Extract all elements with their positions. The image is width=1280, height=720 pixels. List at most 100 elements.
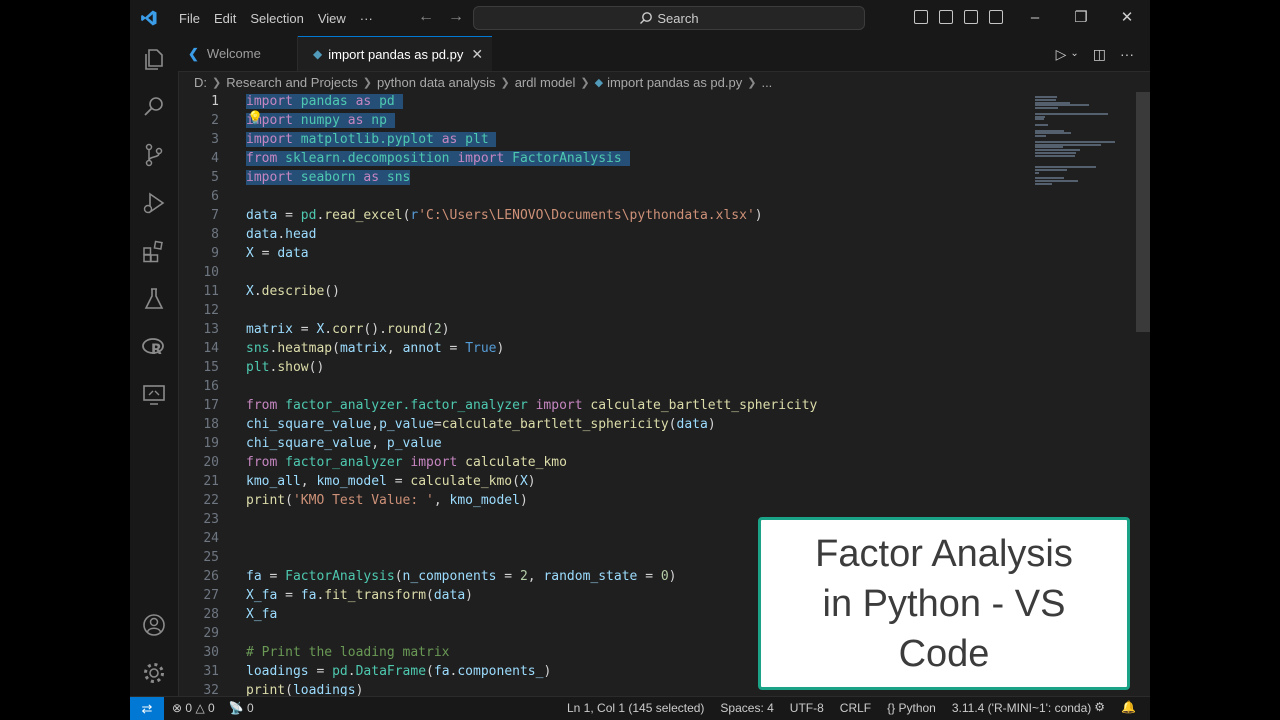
notifications-bell-icon[interactable]: 🔔 [1121,700,1136,714]
minimap-line [1035,177,1064,180]
split-editor-icon[interactable]: ◫ [1093,46,1106,63]
ports-icon: 📡 [228,701,244,715]
ports-count: 0 [247,701,254,715]
code-line[interactable]: 13 matrix = X.corr().round(2) [178,320,1033,339]
more-actions-icon[interactable]: ··· [1120,46,1134,63]
indentation[interactable]: Spaces: 4 [720,701,773,715]
python-interpreter[interactable]: 3.11.4 ('R-MINI~1': conda) [952,701,1091,715]
code-line[interactable]: 11 X.describe() [178,282,1033,301]
minimap[interactable] [1033,92,1138,192]
code-line[interactable]: 5 import seaborn as sns [178,168,1033,187]
gear-icon[interactable] [141,660,167,686]
ports-indicator[interactable]: 📡 0 [229,701,254,715]
run-and-debug-icon[interactable] [141,190,167,216]
minimap-line [1035,101,1071,104]
code-line[interactable]: 9 X = data [178,244,1033,263]
close-tab-icon[interactable]: ✕ [471,46,483,63]
overlay-line: in Python - VS [822,582,1066,625]
code-line[interactable]: 8 data.head [178,225,1033,244]
code-line[interactable]: 6 [178,187,1033,206]
line-number: 13 [203,322,219,337]
code-text: kmo_all, kmo_model = calculate_kmo(X) [246,474,536,489]
menu-more[interactable]: ··· [353,11,380,26]
accounts-icon[interactable] [141,612,167,638]
run-python-icon[interactable]: ▷ [1056,46,1067,63]
code-text: import matplotlib.pyplot as plt [246,130,497,149]
line-number: 7 [211,208,219,223]
code-line[interactable]: 10 [178,263,1033,282]
breadcrumb-drive[interactable]: D: [194,75,207,90]
breadcrumb-symbol[interactable]: ... [761,75,772,90]
menu-edit[interactable]: Edit [207,11,243,26]
breadcrumb-folder[interactable]: Research and Projects [226,75,358,90]
line-number: 25 [203,550,219,565]
code-line[interactable]: 3 import matplotlib.pyplot as plt [178,130,1033,149]
tab-welcome[interactable]: ❮ Welcome [178,36,298,71]
error-count: 0 [185,701,193,715]
code-line[interactable]: 19 chi_square_value, p_value [178,434,1033,453]
code-line[interactable]: 7 data = pd.read_excel(r'C:\Users\LENOVO\… [178,206,1033,225]
code-text: chi_square_value,p_value=calculate_bartl… [246,417,716,432]
toggle-primary-sidebar-icon[interactable] [914,10,928,24]
command-center-search[interactable]: Search [473,6,865,30]
menu-file[interactable]: File [172,11,207,26]
activity-bar: R [130,36,179,696]
minimap-line [1035,143,1101,146]
tab-active-file[interactable]: ◆ import pandas as pd.py ✕ [298,36,492,71]
code-line[interactable]: 2 import numpy as np 💡 [178,111,1033,130]
code-line[interactable]: 4 from sklearn.decomposition import Facto… [178,149,1033,168]
explorer-icon[interactable] [141,46,167,72]
breadcrumb-file[interactable]: import pandas as pd.py [607,75,742,90]
code-line[interactable]: 17 from factor_analyzer.factor_analyzer i… [178,396,1033,415]
code-text: # Print the loading matrix [246,645,450,660]
code-line[interactable]: 15 plt.show() [178,358,1033,377]
r-language-icon[interactable]: R [141,334,167,360]
breadcrumb-folder[interactable]: python data analysis [377,75,496,90]
line-number: 3 [211,132,219,147]
run-dropdown-chevron-icon[interactable]: ⌄ [1070,46,1078,63]
error-icon: ⊗ [172,701,183,715]
minimize-icon[interactable]: – [1012,0,1058,36]
code-text: X_fa [246,607,278,622]
code-line[interactable]: 16 [178,377,1033,396]
code-text: fa = FactorAnalysis(n_components = 2, ra… [246,569,677,584]
status-icons: ⚙ 🔔 [1094,700,1136,714]
minimap-line [1035,182,1052,185]
lightbulb-icon[interactable]: 💡 [247,109,263,128]
close-window-icon[interactable]: ✕ [1104,0,1150,36]
remote-indicator-icon[interactable]: ⇄ [130,697,164,720]
menu-selection[interactable]: Selection [243,11,310,26]
copilot-icon[interactable]: ⚙ [1094,700,1105,714]
code-line[interactable]: 20 from factor_analyzer import calculate_… [178,453,1033,472]
tab-label: import pandas as pd.py [328,46,464,62]
end-of-line[interactable]: CRLF [840,701,871,715]
restore-icon[interactable]: ❐ [1058,0,1104,36]
forward-arrow-icon[interactable]: → [448,8,464,25]
code-text: X = data [246,246,309,261]
minimap-line [1035,132,1072,135]
code-line[interactable]: 22 print('KMO Test Value: ', kmo_model) [178,491,1033,510]
menu-view[interactable]: View [311,11,353,26]
code-line[interactable]: 18 chi_square_value,p_value=calculate_bar… [178,415,1033,434]
testing-flask-icon[interactable] [141,286,167,312]
remote-explorer-icon[interactable] [141,382,167,408]
code-text: X_fa = fa.fit_transform(data) [246,588,473,603]
extensions-icon[interactable] [141,238,167,264]
back-arrow-icon[interactable]: ← [418,8,434,25]
encoding[interactable]: UTF-8 [790,701,824,715]
breadcrumb-folder[interactable]: ardl model [515,75,576,90]
problems-indicator[interactable]: ⊗ 0 △ 0 [172,701,215,715]
vertical-scrollbar[interactable] [1136,92,1150,332]
customize-layout-icon[interactable] [989,10,1003,24]
toggle-panel-icon[interactable] [939,10,953,24]
code-line[interactable]: 1 import pandas as pd [178,92,1033,111]
code-line[interactable]: 12 [178,301,1033,320]
cursor-position[interactable]: Ln 1, Col 1 (145 selected) [567,701,704,715]
source-control-icon[interactable] [141,142,167,168]
toggle-secondary-sidebar-icon[interactable] [964,10,978,24]
code-line[interactable]: 21 kmo_all, kmo_model = calculate_kmo(X) [178,472,1033,491]
language-mode[interactable]: {} Python [887,701,936,715]
minimap-line [1035,115,1045,118]
code-line[interactable]: 14 sns.heatmap(matrix, annot = True) [178,339,1033,358]
search-sidebar-icon[interactable] [141,94,167,120]
